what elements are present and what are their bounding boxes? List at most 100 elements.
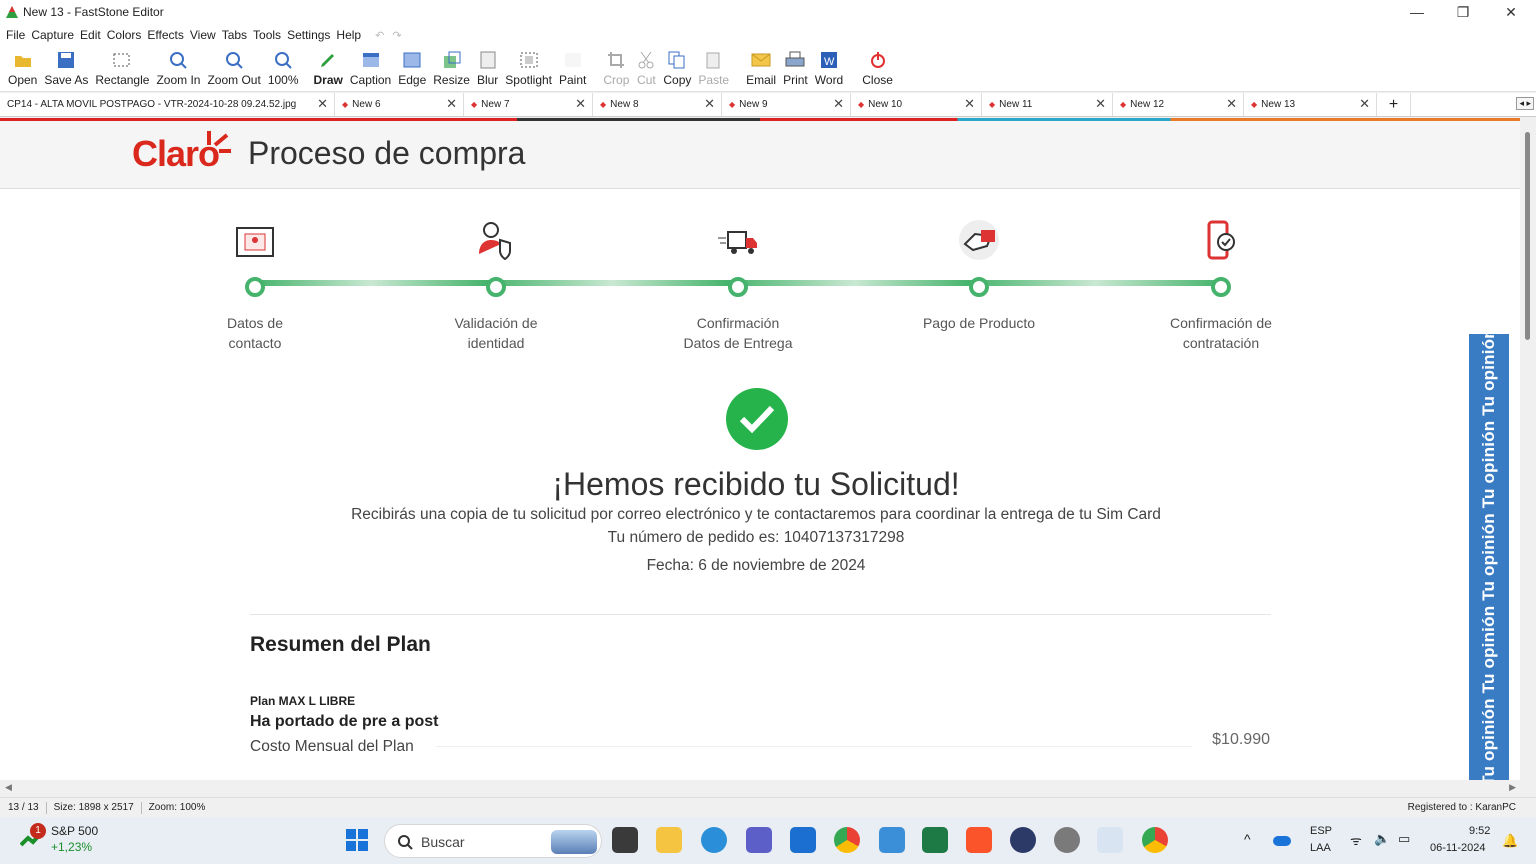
copy-button[interactable]: Copy <box>663 50 691 91</box>
print-button[interactable]: Print <box>783 50 808 91</box>
menu-colors[interactable]: Colors <box>107 28 142 42</box>
tab-cp14[interactable]: CP14 - ALTA MOVIL POSTPAGO - VTR-2024-10… <box>0 93 335 116</box>
close-tab-icon[interactable]: ✕ <box>317 96 328 112</box>
monthly-cost-label: Costo Mensual del Plan <box>250 738 414 755</box>
rectangle-button[interactable]: Rectangle <box>95 50 149 91</box>
search-box[interactable]: Buscar <box>384 824 602 858</box>
horizontal-scrollbar[interactable]: ◀ ▶ <box>0 780 1536 796</box>
tab-new-9[interactable]: ◆ New 9 ✕ <box>722 93 851 116</box>
zoom-100-button[interactable]: 100% <box>268 50 299 91</box>
paste-button[interactable]: Paste <box>698 50 729 91</box>
close-tab-icon[interactable]: ✕ <box>833 96 844 112</box>
scroll-right-icon[interactable]: ▶ <box>1509 782 1516 793</box>
zoom-in-button[interactable]: Zoom In <box>156 50 200 91</box>
portability-label: Ha portado de pre a post <box>250 713 439 730</box>
tab-marker-icon: ◆ <box>1120 100 1127 109</box>
tab-scroll-arrows[interactable]: ◂ ▸ <box>1516 97 1534 110</box>
tab-marker-icon: ◆ <box>471 100 478 109</box>
close-image-button[interactable]: Close <box>862 50 893 91</box>
email-button[interactable]: Email <box>746 50 776 91</box>
scroll-thumb[interactable] <box>1525 132 1530 340</box>
word-button[interactable]: W Word <box>815 50 843 91</box>
tab-new-13[interactable]: ◆ New 13 ✕ <box>1244 93 1377 116</box>
printer-icon <box>785 50 805 70</box>
menu-effects[interactable]: Effects <box>147 28 183 42</box>
payment-hand-icon <box>959 220 999 260</box>
menu-tabs[interactable]: Tabs <box>222 28 247 42</box>
image-size: Size: 1898 x 2517 <box>53 802 134 813</box>
rectangle-select-icon <box>112 50 132 70</box>
step-confirmacion-contratacion: Confirmación de contratación <box>1141 208 1301 353</box>
page-title: Proceso de compra <box>248 135 526 171</box>
menu-settings[interactable]: Settings <box>287 28 330 42</box>
menu-help[interactable]: Help <box>336 28 361 42</box>
start-icon[interactable] <box>344 827 370 853</box>
image-canvas: Claro Proceso de compra Datos de contact… <box>0 118 1536 780</box>
feedback-tab[interactable]: Tu opinión Tu opinión Tu opinión Tu opin… <box>1469 334 1509 780</box>
minimize-button[interactable]: — <box>1394 0 1440 24</box>
stock-widget[interactable]: 1 S&P 500 +1,23% <box>19 823 98 854</box>
save-as-button[interactable]: Save As <box>44 50 88 91</box>
paint-button[interactable]: Paint <box>559 50 586 91</box>
tab-new-12[interactable]: ◆ New 12 ✕ <box>1113 93 1244 116</box>
close-tab-icon[interactable]: ✕ <box>964 96 975 112</box>
blur-button[interactable]: Blur <box>477 50 498 91</box>
registration-info: Registered to : KaranPC <box>1407 802 1516 813</box>
close-tab-icon[interactable]: ✕ <box>1359 96 1370 112</box>
copy-icon <box>667 50 687 70</box>
close-tab-icon[interactable]: ✕ <box>575 96 586 112</box>
zoom-in-icon <box>168 50 188 70</box>
caption-button[interactable]: Caption <box>350 50 391 91</box>
undo-icon[interactable]: ↶ <box>375 29 384 42</box>
draw-button[interactable]: Draw <box>314 50 343 91</box>
menu-bar: File Capture Edit Colors Effects View Ta… <box>0 24 1536 46</box>
tab-new-11[interactable]: ◆ New 11 ✕ <box>982 93 1113 116</box>
tab-new-6[interactable]: ◆ New 6 ✕ <box>335 93 464 116</box>
page-header: Claro Proceso de compra <box>0 121 1520 189</box>
menu-edit[interactable]: Edit <box>80 28 101 42</box>
step-confirmacion-entrega: Confirmación Datos de Entrega <box>658 208 818 353</box>
close-tab-icon[interactable]: ✕ <box>1226 96 1237 112</box>
tab-new-7[interactable]: ◆ New 7 ✕ <box>464 93 593 116</box>
menu-capture[interactable]: Capture <box>31 28 74 42</box>
resize-button[interactable]: Resize <box>433 50 470 91</box>
toolbar: Open Save As Rectangle Zoom In Zoom Out … <box>0 46 1536 92</box>
scroll-left-icon[interactable]: ◀ <box>5 782 12 793</box>
redo-icon[interactable]: ↷ <box>392 29 401 42</box>
step-datos-contacto: Datos de contacto <box>175 208 335 353</box>
restore-button[interactable]: ❐ <box>1440 0 1486 24</box>
menu-file[interactable]: File <box>6 28 25 42</box>
paint-icon <box>563 50 583 70</box>
title-bar: New 13 - FastStone Editor — ❐ ✕ <box>0 0 1536 24</box>
success-heading: ¡Hemos recibido tu Solicitud! <box>552 466 960 502</box>
tab-new-8[interactable]: ◆ New 8 ✕ <box>593 93 722 116</box>
vertical-scrollbar[interactable] <box>1520 118 1536 780</box>
cut-button[interactable]: Cut <box>636 50 656 91</box>
new-tab-button[interactable]: + <box>1377 93 1411 116</box>
close-window-button[interactable]: ✕ <box>1488 0 1534 24</box>
divider <box>250 614 1271 615</box>
crop-button[interactable]: Crop <box>603 50 629 91</box>
claro-logo-rays-icon <box>207 131 231 153</box>
notification-badge: 1 <box>30 823 46 839</box>
close-tab-icon[interactable]: ✕ <box>446 96 457 112</box>
blur-icon <box>478 50 498 70</box>
edge-button[interactable]: Edge <box>398 50 426 91</box>
menu-view[interactable]: View <box>190 28 216 42</box>
close-tab-icon[interactable]: ✕ <box>704 96 715 112</box>
close-tab-icon[interactable]: ✕ <box>1095 96 1106 112</box>
folder-icon <box>13 50 33 70</box>
zoom-actual-icon <box>273 50 293 70</box>
window-title: New 13 - FastStone Editor <box>23 5 164 19</box>
step-dot <box>728 277 748 297</box>
tab-new-10[interactable]: ◆ New 10 ✕ <box>851 93 982 116</box>
menu-tools[interactable]: Tools <box>253 28 281 42</box>
zoom-out-button[interactable]: Zoom Out <box>207 50 261 91</box>
spotlight-icon <box>519 50 539 70</box>
contact-card-icon <box>236 227 274 257</box>
open-button[interactable]: Open <box>8 50 37 91</box>
stock-name: S&P 500 <box>51 824 99 838</box>
spotlight-button[interactable]: Spotlight <box>505 50 552 91</box>
step-dot <box>969 277 989 297</box>
resize-icon <box>442 50 462 70</box>
